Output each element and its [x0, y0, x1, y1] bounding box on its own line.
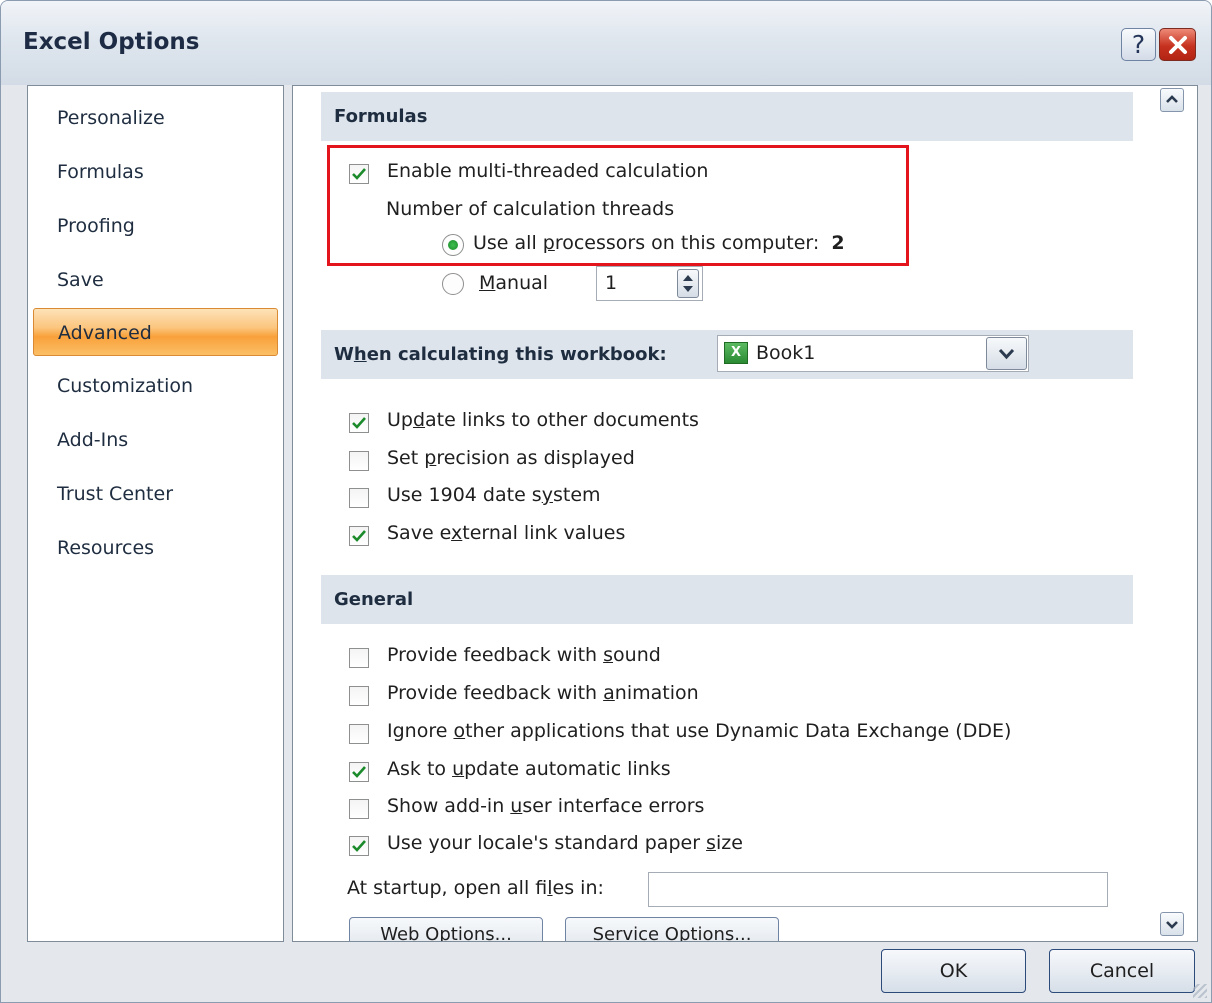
- feedback-animation-label: Provide feedback with animation: [387, 682, 699, 704]
- processor-count: 2: [831, 232, 845, 254]
- checkmark-icon: [352, 840, 366, 852]
- workbook-select-value: Book1: [756, 342, 816, 364]
- threads-label: Number of calculation threads: [386, 198, 675, 220]
- scroll-down-button[interactable]: [1160, 912, 1184, 936]
- nav-item-proofing[interactable]: Proofing: [33, 202, 278, 250]
- excel-workbook-icon: X: [724, 342, 748, 364]
- dialog-title: Excel Options: [23, 29, 200, 55]
- checkmark-icon: [352, 168, 366, 180]
- feedback-animation-checkbox[interactable]: [349, 686, 369, 706]
- service-options-button[interactable]: Service Options...: [565, 917, 779, 941]
- multithread-label: Enable multi-threaded calculation: [387, 160, 709, 182]
- threads-spinner[interactable]: [677, 269, 699, 298]
- manual-label: Manual: [479, 272, 549, 294]
- workbook-dropdown-button[interactable]: [986, 337, 1027, 370]
- set-precision-label: Set precision as displayed: [387, 447, 635, 469]
- startup-folder-input[interactable]: [648, 872, 1108, 907]
- section-header-general: General: [321, 575, 1133, 624]
- nav-item-customization[interactable]: Customization: [33, 362, 278, 410]
- all-processors-label: Use all processors on this computer: 2: [473, 232, 845, 254]
- date-1904-checkbox[interactable]: [349, 488, 369, 508]
- scroll-up-button[interactable]: [1160, 88, 1184, 112]
- ignore-dde-checkbox[interactable]: [349, 724, 369, 744]
- update-links-label: Update links to other documents: [387, 409, 699, 431]
- nav-item-save[interactable]: Save: [33, 256, 278, 304]
- checkmark-icon: [352, 766, 366, 778]
- section-header-formulas: Formulas: [321, 92, 1133, 141]
- checkmark-icon: [352, 530, 366, 542]
- resize-grip[interactable]: [1193, 984, 1207, 998]
- title-bar: Excel Options ?: [1, 1, 1211, 85]
- radio-dot: [448, 240, 458, 250]
- paper-size-label: Use your locale's standard paper size: [387, 832, 743, 854]
- close-button[interactable]: [1159, 28, 1196, 61]
- startup-folder-label: At startup, open all files in:: [347, 877, 604, 899]
- nav-item-resources[interactable]: Resources: [33, 524, 278, 572]
- ok-button[interactable]: OK: [881, 949, 1026, 993]
- advanced-options-panel: Formulas Enable multi-threaded calculati…: [292, 85, 1198, 942]
- addin-errors-label: Show add-in user interface errors: [387, 795, 705, 817]
- checkmark-icon: [352, 417, 366, 429]
- addin-errors-checkbox[interactable]: [349, 799, 369, 819]
- date-1904-label: Use 1904 date system: [387, 484, 601, 506]
- external-link-values-label: Save external link values: [387, 522, 626, 544]
- update-links-checkbox[interactable]: [349, 413, 369, 433]
- nav-item-formulas[interactable]: Formulas: [33, 148, 278, 196]
- manual-radio[interactable]: [442, 273, 464, 295]
- chevron-down-icon: [998, 348, 1015, 360]
- chevron-up-icon: [1166, 95, 1178, 103]
- options-nav: Personalize Formulas Proofing Save Advan…: [27, 85, 284, 942]
- all-processors-radio[interactable]: [442, 234, 464, 256]
- multithread-checkbox[interactable]: [349, 164, 369, 184]
- web-options-button[interactable]: Web Options...: [349, 917, 543, 941]
- nav-item-trust-center[interactable]: Trust Center: [33, 470, 278, 518]
- excel-options-dialog: Excel Options ? Personalize Formulas Pro…: [0, 0, 1212, 1003]
- ask-update-links-label: Ask to update automatic links: [387, 758, 671, 780]
- feedback-sound-label: Provide feedback with sound: [387, 644, 661, 666]
- paper-size-checkbox[interactable]: [349, 836, 369, 856]
- spin-arrows-icon: [683, 275, 693, 292]
- ignore-dde-label: Ignore other applications that use Dynam…: [387, 720, 1012, 742]
- close-icon: [1169, 36, 1187, 54]
- workbook-select[interactable]: X Book1: [717, 335, 1029, 372]
- feedback-sound-checkbox[interactable]: [349, 648, 369, 668]
- nav-item-add-ins[interactable]: Add-Ins: [33, 416, 278, 464]
- nav-item-personalize[interactable]: Personalize: [33, 94, 278, 142]
- external-link-values-checkbox[interactable]: [349, 526, 369, 546]
- ask-update-links-checkbox[interactable]: [349, 762, 369, 782]
- cancel-button[interactable]: Cancel: [1049, 949, 1195, 993]
- chevron-down-icon: [1166, 921, 1178, 929]
- nav-item-advanced[interactable]: Advanced: [33, 308, 278, 356]
- help-button[interactable]: ?: [1121, 28, 1156, 61]
- set-precision-checkbox[interactable]: [349, 451, 369, 471]
